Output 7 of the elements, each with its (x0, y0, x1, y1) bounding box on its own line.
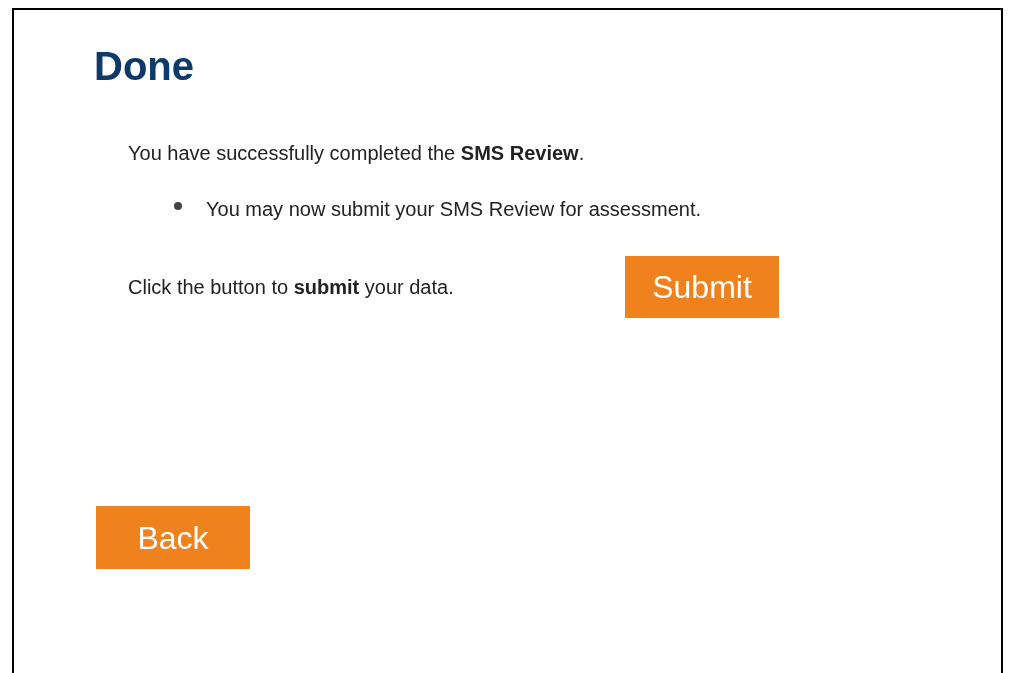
bullet-text: You may now submit your SMS Review for assessment. (206, 197, 701, 222)
completion-message: You have successfully completed the SMS Review. (128, 141, 585, 166)
submit-button[interactable]: Submit (625, 256, 779, 318)
back-button[interactable]: Back (96, 506, 250, 569)
bullet-icon (174, 202, 182, 210)
page-heading: Done (94, 43, 194, 90)
submit-prompt: Click the button to submit your data. (128, 275, 455, 300)
